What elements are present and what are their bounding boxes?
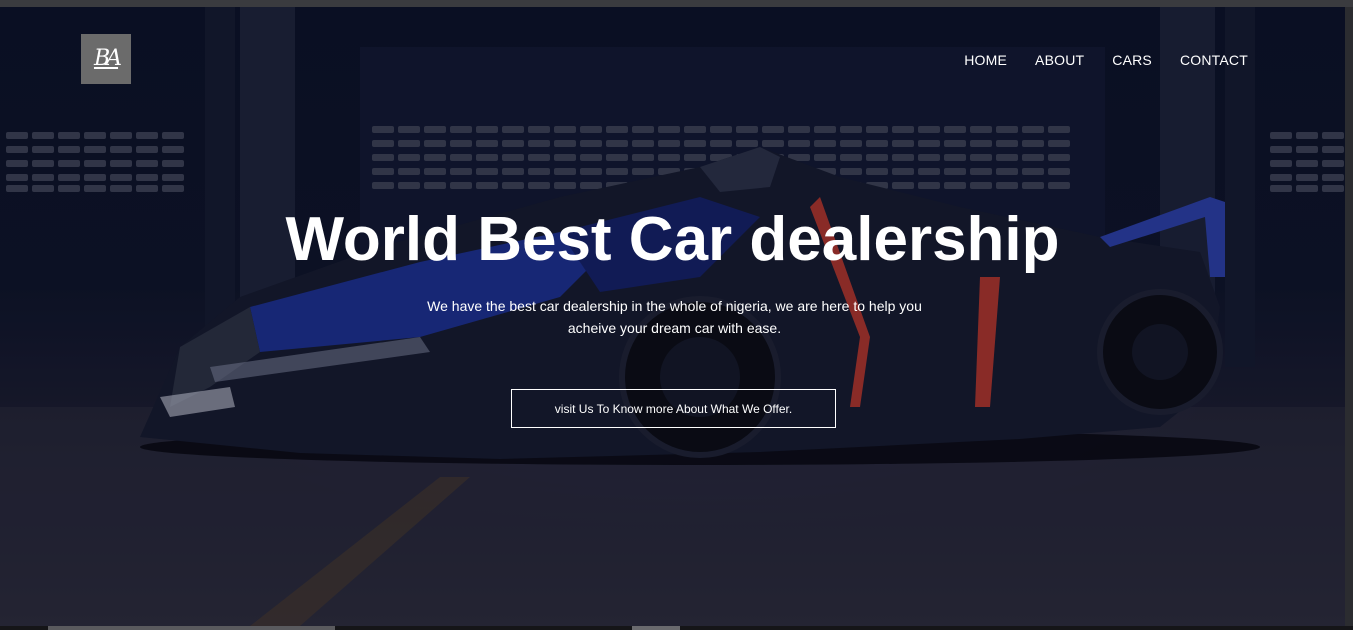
nav-link-contact[interactable]: CONTACT (1180, 52, 1248, 68)
hero-section: BA HOME ABOUT CARS CONTACT World Best Ca… (0, 7, 1345, 626)
nav-link-home[interactable]: HOME (964, 52, 1007, 68)
hero-subtitle: We have the best car dealership in the w… (427, 298, 922, 336)
scrollbar-track[interactable] (1345, 7, 1353, 630)
horizontal-scroll-thumb[interactable] (632, 626, 680, 630)
logo-monogram: BA (93, 46, 122, 71)
nav-link-cars[interactable]: CARS (1112, 52, 1152, 68)
hero-title: World Best Car dealership (285, 205, 1060, 274)
main-nav: HOME ABOUT CARS CONTACT (964, 52, 1248, 68)
browser-top-strip (0, 0, 1353, 7)
brand-logo[interactable]: BA (81, 34, 131, 84)
nav-link-about[interactable]: ABOUT (1035, 52, 1084, 68)
cta-button[interactable]: visit Us To Know more About What We Offe… (511, 389, 836, 428)
horizontal-scroll-segment[interactable] (48, 626, 335, 630)
